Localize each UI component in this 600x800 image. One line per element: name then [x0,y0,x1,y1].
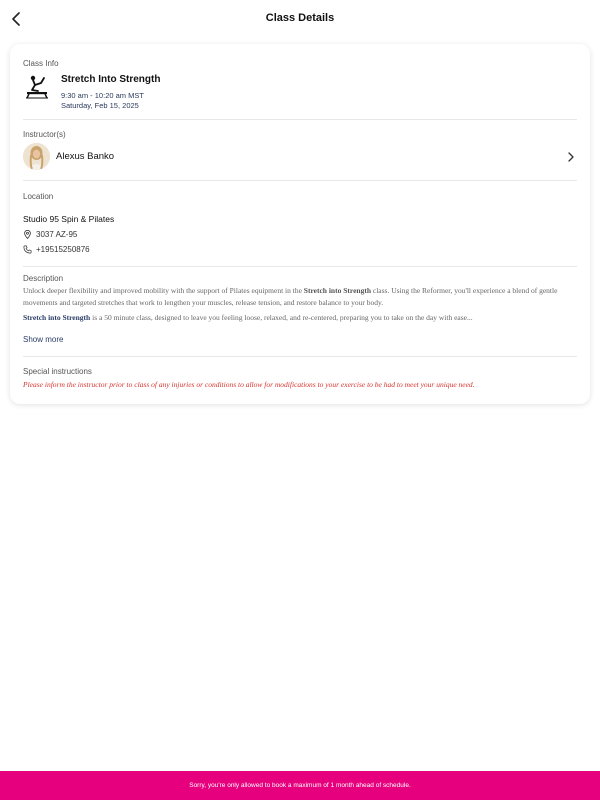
class-date: Saturday, Feb 15, 2025 [61,101,139,110]
class-info-section: Class Info Stretch Into Strength 9:30 am… [23,44,577,120]
chevron-left-icon [12,12,20,26]
location-label: Location [23,192,54,201]
instructor-name: Alexus Banko [56,151,115,162]
back-button[interactable] [6,8,28,30]
description-section: Description Unlock deeper flexibility an… [23,267,577,357]
phone-line[interactable]: +19515250876 [23,245,577,254]
address-text: 3037 AZ-95 [36,230,78,239]
page-title: Class Details [265,12,335,24]
description-paragraph-2: Stretch into Strength is a 50 minute cla… [23,313,473,322]
description-paragraph-1: Unlock deeper flexibility and improved m… [23,286,558,307]
class-details-card: Class Info Stretch Into Strength 9:30 am… [10,44,590,404]
studio-name: Studio 95 Spin & Pilates [23,214,115,224]
special-instructions-section: Special instructions Please inform the i… [23,357,577,389]
special-instructions-text: Please inform the instructor prior to cl… [23,380,475,389]
map-pin-icon [24,230,31,239]
class-time: 9:30 am - 10:20 am MST [61,91,144,100]
class-name: Stretch Into Strength [61,74,161,85]
instructor-row[interactable]: Alexus Banko [23,143,577,170]
phone-text: +19515250876 [36,245,90,254]
class-info-row: Stretch Into Strength 9:30 am - 10:20 am… [23,72,577,110]
instructor-label: Instructor(s) [23,130,66,139]
booking-limit-banner: Sorry, you're only allowed to book a max… [0,771,600,800]
instructor-avatar [23,143,50,170]
location-section: Location Studio 95 Spin & Pilates 3037 A… [23,181,577,267]
phone-icon [23,245,32,254]
address-line[interactable]: 3037 AZ-95 [23,230,577,239]
top-bar: Class Details [0,0,600,36]
pilates-reformer-icon [26,75,48,99]
special-instructions-label: Special instructions [23,367,92,376]
class-info-label: Class Info [23,59,59,68]
show-more-link[interactable]: Show more [23,335,63,344]
class-info-text: Stretch Into Strength 9:30 am - 10:20 am… [61,72,160,110]
instructor-section: Instructor(s) Alexus Banko [23,120,577,181]
chevron-right-icon [568,151,574,162]
description-label: Description [23,274,64,283]
